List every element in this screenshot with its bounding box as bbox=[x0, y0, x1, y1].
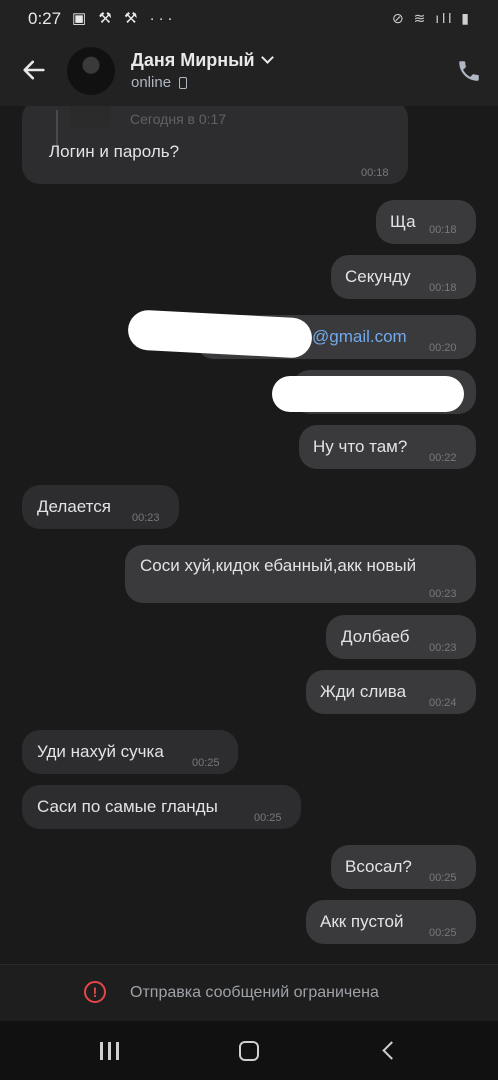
message-time: 00:23 bbox=[429, 588, 457, 600]
message-text: Соси хуй,кидок ебанный,акк новый bbox=[140, 556, 417, 575]
status-time: 0:27 bbox=[28, 9, 62, 28]
message-time: 00:25 bbox=[429, 927, 457, 939]
recent-apps-icon[interactable] bbox=[100, 1042, 120, 1060]
message-bubble-out[interactable]: Долбаеб 00:23 bbox=[326, 615, 476, 659]
message-time: 00:24 bbox=[429, 697, 457, 709]
message-time: 00:22 bbox=[429, 452, 457, 464]
message-bubble-out[interactable]: Соси хуй,кидок ебанный,акк новый 00:23 bbox=[125, 545, 476, 603]
restriction-text: Отправка сообщений ограничена bbox=[130, 984, 379, 1001]
message-time: 00:23 bbox=[132, 512, 160, 524]
system-nav-bar bbox=[0, 1021, 498, 1080]
redaction-mark bbox=[272, 376, 464, 412]
message-text: Ну что там? bbox=[313, 437, 408, 456]
mobile-device-icon bbox=[179, 77, 188, 89]
message-text: Ща bbox=[390, 212, 416, 231]
message-time: 00:18 bbox=[361, 167, 389, 179]
message-bubble-in[interactable]: Сегодня в 0:17 Логин и пароль? 00:18 bbox=[22, 106, 408, 184]
message-text: Логин и пароль? bbox=[49, 142, 180, 161]
message-time: 00:18 bbox=[429, 224, 457, 236]
message-time: 00:25 bbox=[254, 812, 282, 824]
exclamation-circle-icon: ! bbox=[84, 981, 106, 1003]
quoted-image bbox=[70, 106, 110, 128]
message-bubble-out[interactable]: Всосал? 00:25 bbox=[331, 845, 476, 889]
message-list[interactable]: Сегодня в 0:17 Логин и пароль? 00:18 Ща … bbox=[0, 106, 498, 964]
message-text: Акк пустой bbox=[320, 912, 404, 931]
message-text: Всосал? bbox=[345, 857, 412, 876]
message-bubble-out[interactable]: Ща 00:18 bbox=[376, 200, 476, 244]
message-time: 00:25 bbox=[429, 872, 457, 884]
status-bar: 0:27 ▣ ⚒ ⚒ ··· ⊘ ≋ ıll ▮ bbox=[0, 0, 498, 36]
online-status: online bbox=[131, 74, 188, 91]
message-bubble-out[interactable]: Акк пустой 00:25 bbox=[306, 900, 476, 944]
arrow-left-icon[interactable] bbox=[20, 56, 48, 84]
home-icon[interactable] bbox=[239, 1041, 259, 1061]
notification-icons: ▣ ⚒ ⚒ ··· bbox=[72, 10, 177, 27]
online-status-text: online bbox=[131, 74, 172, 91]
message-time: 00:23 bbox=[429, 642, 457, 654]
message-bubble-in[interactable]: Саси по самые гланды 00:25 bbox=[22, 785, 301, 829]
message-bubble-out[interactable]: Секунду 00:18 bbox=[331, 255, 476, 299]
avatar[interactable] bbox=[67, 47, 115, 95]
messaging-restricted-bar: ! Отправка сообщений ограничена bbox=[0, 964, 498, 1022]
message-text: Секунду bbox=[345, 267, 411, 286]
message-text: Делается bbox=[37, 497, 111, 516]
message-bubble-out[interactable]: Ну что там? 00:22 bbox=[299, 425, 476, 469]
message-time: 00:25 bbox=[192, 757, 220, 769]
message-bubble-out[interactable]: Жди слива 00:24 bbox=[306, 670, 476, 714]
chat-header: Даня Мирный online bbox=[0, 36, 498, 106]
message-text: Жди слива bbox=[320, 682, 407, 701]
quoted-date: Сегодня в 0:17 bbox=[130, 111, 227, 127]
phone-icon[interactable] bbox=[456, 58, 482, 84]
message-time: 00:20 bbox=[429, 342, 457, 354]
contact-name-text: Даня Мирный bbox=[131, 50, 255, 70]
system-icons: ⊘ ≋ ıll ▮ bbox=[392, 10, 472, 26]
message-bubble-in[interactable]: Уди нахуй сучка 00:25 bbox=[22, 730, 238, 774]
message-text: Долбаеб bbox=[341, 627, 410, 646]
email-link[interactable]: @gmail.com bbox=[312, 326, 407, 348]
message-text: Саси по самые гланды bbox=[37, 797, 218, 816]
contact-name[interactable]: Даня Мирный bbox=[131, 50, 274, 71]
redaction-mark bbox=[127, 309, 313, 359]
message-time: 00:18 bbox=[429, 282, 457, 294]
message-text: Уди нахуй сучка bbox=[37, 742, 164, 761]
chevron-left-icon[interactable] bbox=[382, 1041, 401, 1060]
chevron-down-icon bbox=[260, 51, 274, 64]
message-bubble-in[interactable]: Делается 00:23 bbox=[22, 485, 179, 529]
